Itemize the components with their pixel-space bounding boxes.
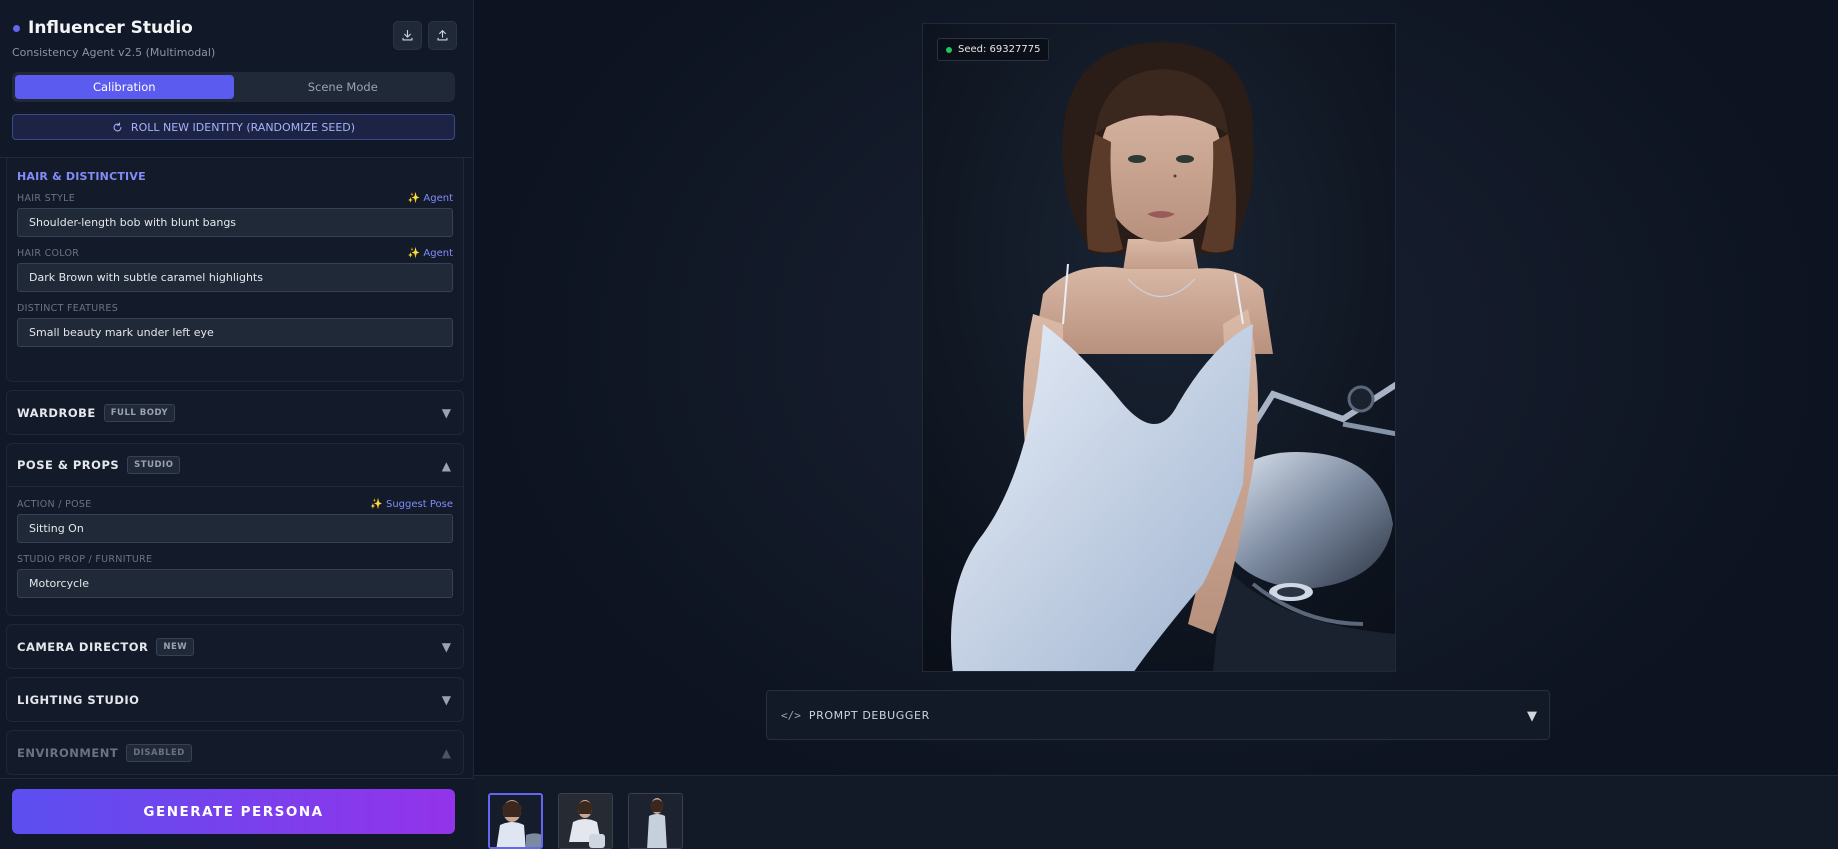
prop-label-row: STUDIO PROP / FURNITURE [17,554,453,565]
brand-dot-icon [13,24,20,32]
chevron-down-icon: ▼ [441,693,451,707]
lighting-panel: LIGHTING STUDIO ▼ [6,677,464,722]
thumbnail-item[interactable] [628,793,683,849]
chevron-up-icon: ▲ [441,459,451,473]
environment-title: ENVIRONMENT [17,745,119,760]
action-label-row: ACTION / POSE ✨ Suggest Pose [17,499,453,510]
lighting-title: LIGHTING STUDIO [17,692,140,707]
pose-panel: POSE & PROPS STUDIO ▲ ACTION / POSE ✨ Su… [6,443,464,616]
hair-style-label-row: HAIR STYLE ✨ Agent [17,193,453,204]
generate-persona-button[interactable]: GENERATE PERSONA [12,789,455,834]
generated-image: Seed: 69327775 [922,23,1396,672]
environment-panel: ENVIRONMENT DISABLED ▲ [6,730,464,775]
prompt-debugger-label: PROMPT DEBUGGER [808,708,930,722]
app-title: Influencer Studio [28,18,193,38]
refresh-icon [113,122,122,131]
upload-button[interactable] [428,21,457,50]
tab-scene-mode[interactable]: Scene Mode [234,75,453,99]
chevron-down-icon: ▼ [1527,709,1537,724]
camera-accordion-header[interactable]: CAMERA DIRECTOR NEW ▼ [7,625,463,668]
studio-prop-input[interactable] [17,569,453,598]
seed-text: Seed: 69327775 [958,44,1041,55]
tab-calibration[interactable]: Calibration [15,75,234,99]
pose-body: ACTION / POSE ✨ Suggest Pose STUDIO PROP… [7,487,463,615]
suggest-pose-button[interactable]: ✨ Suggest Pose [370,499,453,510]
chevron-down-icon: ▼ [441,406,451,420]
wardrobe-accordion-header[interactable]: WARDROBE FULL BODY ▼ [7,391,463,434]
prompt-debugger[interactable]: </> PROMPT DEBUGGER ▼ [766,690,1550,740]
wardrobe-title: WARDROBE [17,405,96,420]
app-root: Influencer Studio Consistency Agent v2.5… [0,0,1838,849]
hair-style-label: HAIR STYLE [17,193,75,204]
thumbnail-image [490,795,541,847]
wardrobe-panel: WARDROBE FULL BODY ▼ [6,390,464,435]
pose-accordion-header[interactable]: POSE & PROPS STUDIO ▲ [7,444,463,487]
hair-style-agent-button[interactable]: ✨ Agent [408,193,453,204]
distinct-features-input[interactable] [17,318,453,347]
code-icon: </> [781,708,801,722]
settings-scroll-area[interactable]: HAIR & DISTINCTIVE HAIR STYLE ✨ Agent HA… [0,158,474,778]
download-icon [402,30,413,41]
hair-color-label-row: HAIR COLOR ✨ Agent [17,248,453,259]
hair-color-input[interactable] [17,263,453,292]
preview-area: Seed: 69327775 </> PROMPT DEBUGGER ▼ [474,0,1838,849]
sidebar-header: Influencer Studio Consistency Agent v2.5… [0,0,473,158]
mode-switcher: Calibration Scene Mode [12,72,455,102]
action-pose-label: ACTION / POSE [17,499,92,510]
roll-identity-button[interactable]: ROLL NEW IDENTITY (RANDOMIZE SEED) [12,114,455,140]
hair-color-label: HAIR COLOR [17,248,80,259]
seed-badge: Seed: 69327775 [937,38,1050,61]
lighting-accordion-header[interactable]: LIGHTING STUDIO ▼ [7,678,463,721]
download-button[interactable] [393,21,422,50]
sidebar: Influencer Studio Consistency Agent v2.5… [0,0,474,849]
generate-footer: GENERATE PERSONA [0,778,474,849]
chevron-down-icon: ▼ [441,640,451,654]
action-pose-input[interactable] [17,514,453,543]
thumbnail-image [559,794,612,848]
camera-badge: NEW [156,637,195,656]
upload-icon [437,30,448,41]
thumbnail-item[interactable] [488,793,543,849]
portrait-illustration [923,24,1395,671]
thumbnail-strip [474,775,1838,849]
hair-style-input[interactable] [17,208,453,237]
hair-panel: HAIR & DISTINCTIVE HAIR STYLE ✨ Agent HA… [6,158,464,382]
environment-badge: DISABLED [126,743,192,762]
status-dot-icon [946,46,952,53]
hair-section-title: HAIR & DISTINCTIVE [17,170,146,183]
environment-accordion-header: ENVIRONMENT DISABLED ▲ [7,731,463,774]
camera-panel: CAMERA DIRECTOR NEW ▼ [6,624,464,669]
distinct-features-label: DISTINCT FEATURES [17,303,119,314]
camera-title: CAMERA DIRECTOR [17,639,149,654]
roll-identity-label: ROLL NEW IDENTITY (RANDOMIZE SEED) [130,120,356,134]
wardrobe-badge: FULL BODY [103,403,176,422]
chevron-up-icon: ▲ [441,746,451,760]
pose-badge: STUDIO [127,456,181,474]
pose-title: POSE & PROPS [17,458,120,472]
hair-color-agent-button[interactable]: ✨ Agent [408,248,453,259]
studio-prop-label: STUDIO PROP / FURNITURE [17,554,153,565]
distinct-label-row: DISTINCT FEATURES [17,303,453,314]
thumbnail-image [629,794,682,848]
thumbnail-item[interactable] [558,793,613,849]
